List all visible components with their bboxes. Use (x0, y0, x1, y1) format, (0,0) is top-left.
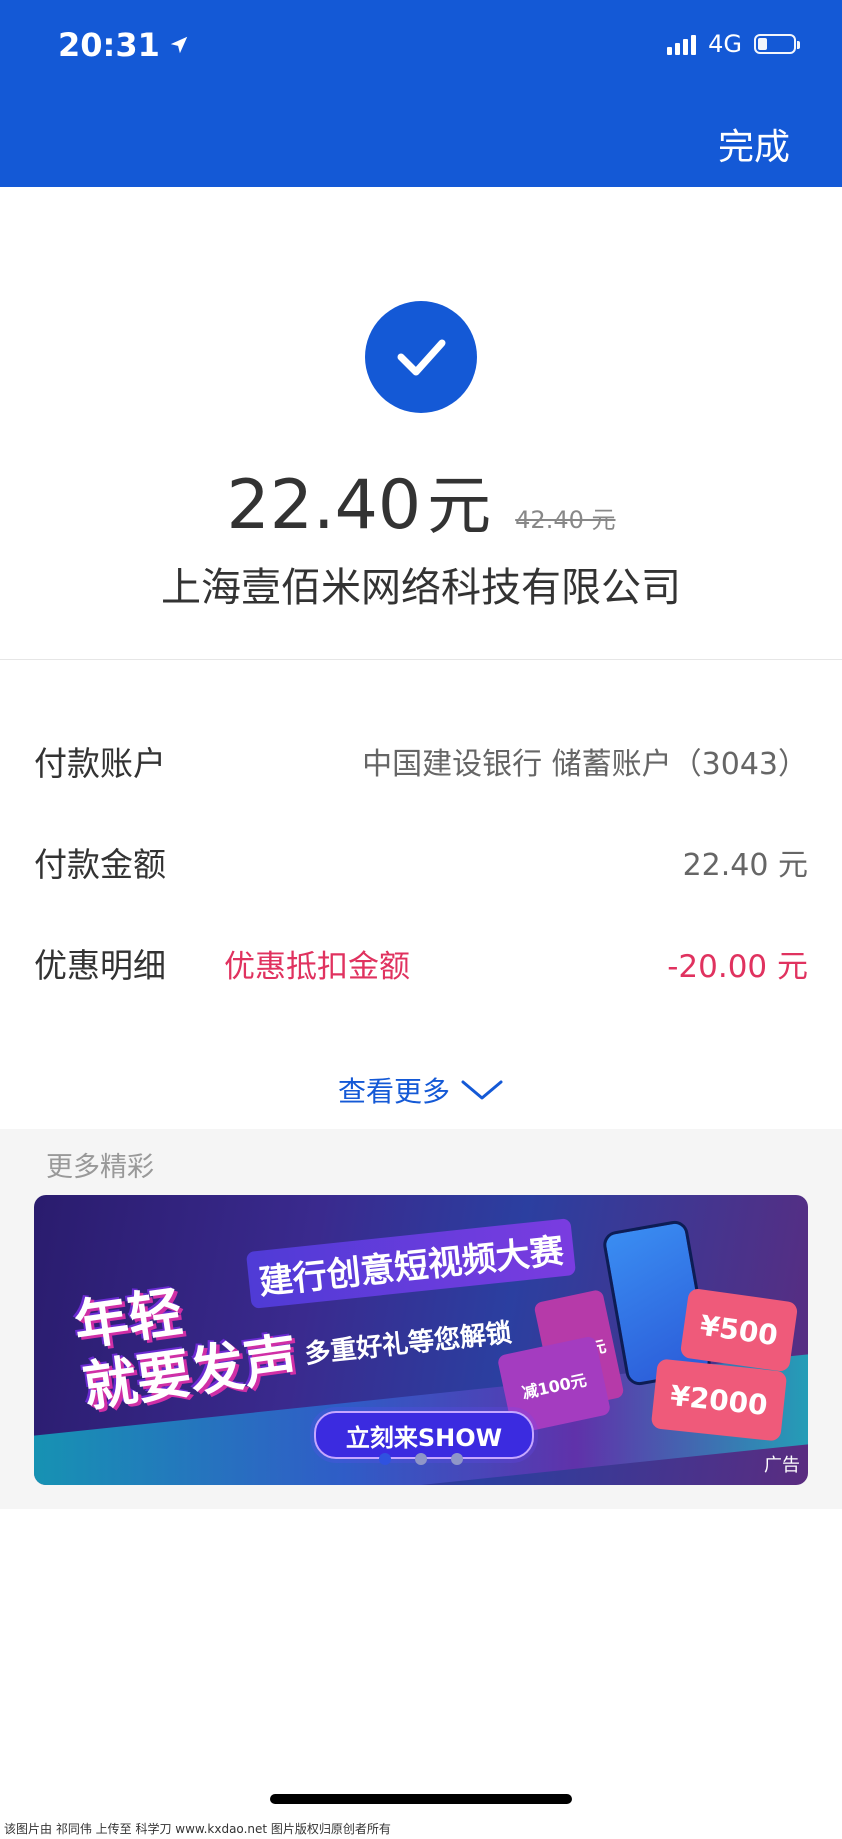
original-amount: 42.40 元 (515, 506, 616, 534)
time-text: 20:31 (58, 26, 160, 64)
payment-amount-label: 付款金额 (34, 845, 166, 884)
banner-title: 建行创意短视频大赛 (245, 1218, 577, 1309)
paid-amount-row: 22.40 元 42.40 元 (0, 455, 842, 547)
paid-amount: 22.40 (226, 466, 422, 545)
discount-label: 优惠明细 (34, 946, 166, 985)
banner-cta-button[interactable]: 立刻来SHOW (314, 1411, 534, 1459)
more-highlights-title: 更多精彩 (46, 1152, 154, 1183)
carousel-dots (34, 1453, 808, 1465)
battery-icon (754, 34, 800, 54)
discount-row: 优惠明细 优惠抵扣金额 -20.00 元 (34, 938, 808, 988)
divider (0, 659, 842, 660)
carousel-dot[interactable] (415, 1453, 427, 1465)
discount-description: 优惠抵扣金额 (224, 948, 410, 985)
payment-account-value: 中国建设银行 储蓄账户（3043） (362, 747, 808, 782)
payment-account-label: 付款账户 (34, 744, 166, 783)
jd-card-2000: ¥2000 (650, 1358, 788, 1442)
home-indicator[interactable] (270, 1794, 572, 1804)
discount-value: -20.00 元 (667, 948, 808, 985)
see-more-label: 查看更多 (337, 1075, 450, 1108)
carousel-dot[interactable] (451, 1453, 463, 1465)
watermark-text: 该图片由 祁同伟 上传至 科学刀 www.kxdao.net 图片版权归原创者所… (4, 1822, 391, 1836)
location-arrow-icon (170, 36, 188, 54)
ad-banner[interactable]: 年轻 就要发声 建行创意短视频大赛 多重好礼等您解锁 减50元 减100元 ¥5… (34, 1195, 808, 1485)
more-highlights-section: 更多精彩 年轻 就要发声 建行创意短视频大赛 多重好礼等您解锁 减50元 减10… (0, 1129, 842, 1509)
status-time: 20:31 (58, 26, 190, 64)
payment-amount-value: 22.40 元 (682, 848, 808, 883)
jd-card-500: ¥500 (679, 1287, 799, 1373)
payment-amount-row: 付款金额 22.40 元 (34, 837, 808, 887)
app-header: 20:31 4G 完成 (0, 0, 842, 187)
payment-account-row: 付款账户 中国建设银行 储蓄账户（3043） (34, 736, 808, 786)
merchant-name: 上海壹佰米网络科技有限公司 (161, 565, 681, 611)
banner-subtitle: 多重好礼等您解锁 (303, 1318, 514, 1370)
chevron-down-icon (461, 1080, 503, 1100)
carousel-dot[interactable] (379, 1453, 391, 1465)
ad-label: 广告 (764, 1455, 800, 1476)
paid-amount-unit: 元 (427, 470, 492, 544)
done-button[interactable]: 完成 (718, 118, 790, 170)
status-indicators: 4G (667, 30, 800, 58)
network-type: 4G (708, 30, 742, 58)
success-check-icon (365, 301, 477, 413)
see-more-button[interactable]: 查看更多 (0, 1070, 842, 1110)
signal-icon (667, 33, 697, 55)
